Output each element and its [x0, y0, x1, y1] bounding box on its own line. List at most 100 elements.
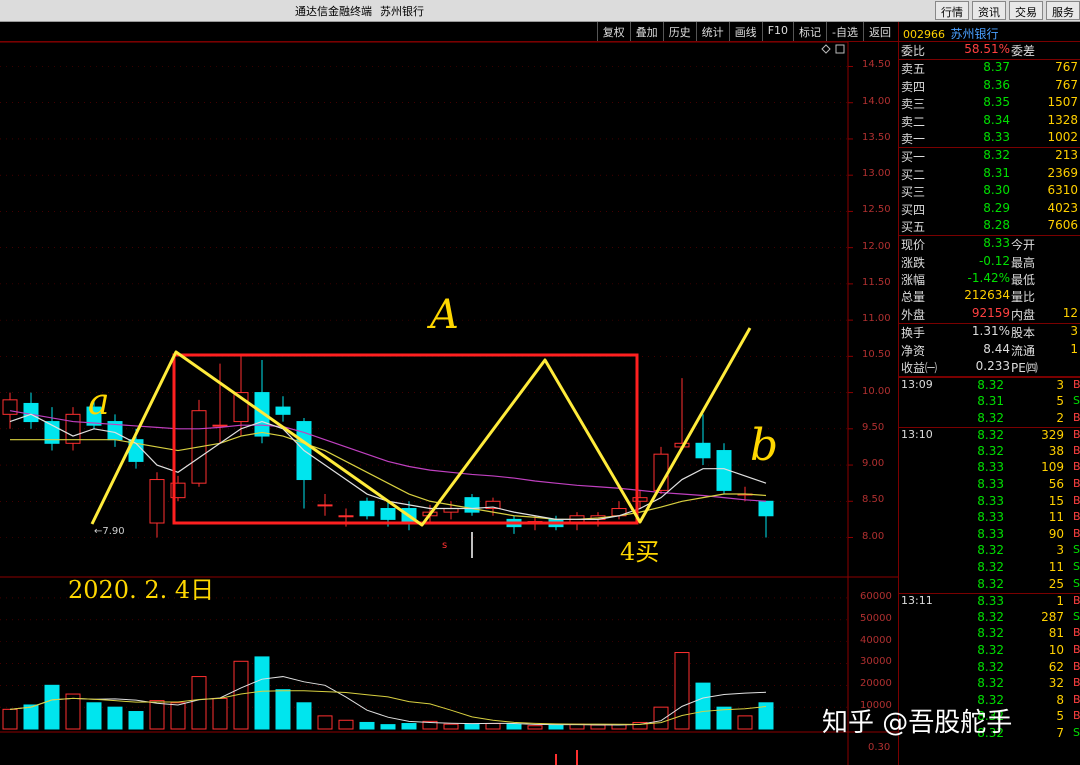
toolbar-f10[interactable]: F10: [761, 22, 793, 41]
tick-flag: S: [1073, 725, 1080, 739]
tick-flag: B: [1073, 410, 1080, 424]
buy-order-label: 买五: [901, 219, 926, 234]
sell-order-label: 卖二: [901, 114, 926, 129]
buy-order-price: 8.31: [983, 165, 1010, 180]
tick-volume: 1: [1056, 594, 1064, 609]
tick-row[interactable]: 8.32 3 S: [899, 543, 1080, 560]
volume-bar: [2, 708, 18, 730]
toolbar-history[interactable]: 历史: [662, 22, 696, 41]
tick-row[interactable]: 8.32 62 B: [899, 660, 1080, 677]
top-button-quotes[interactable]: 行情: [935, 1, 969, 20]
low-price-marker: ←7.90: [94, 526, 125, 537]
stat-label: 外盘: [901, 307, 926, 322]
toolbar-restore-rights[interactable]: 复权: [596, 22, 630, 41]
buy-order-row: 买五 8.28 7606: [899, 218, 1080, 235]
tick-row[interactable]: 8.33 56 B: [899, 477, 1080, 494]
tick-time: 13:09: [901, 378, 933, 392]
buy-order-price: 8.30: [983, 183, 1010, 198]
tick-row[interactable]: 13:10 8.32 329 B: [899, 427, 1080, 444]
price-axis-label: 8.00: [862, 530, 885, 542]
window-title: 通达信金融终端 苏州银行: [295, 5, 424, 18]
buy-order-qty: 213: [1055, 148, 1078, 163]
tick-list[interactable]: 13:09 8.32 3 B 8.31 5 S 8.32 2 B 13:10 8.32 329 B 8.32…: [899, 376, 1080, 742]
price-axis-label: 9.50: [862, 421, 885, 433]
volume-bar: [443, 723, 459, 730]
tick-price: 8.33: [977, 510, 1004, 525]
tick-volume: 3: [1056, 378, 1064, 393]
tick-volume: 7: [1056, 725, 1064, 740]
volume-bar: [86, 702, 102, 730]
kline-chart[interactable]: s 14.50 14.00 13.50 13.00 12.50 12.00 11.50 11.…: [0, 42, 898, 765]
candle-body: [338, 515, 354, 518]
sell-order-row: 卖四 8.36 767: [899, 78, 1080, 95]
quote-stats-2: 换手 1.31% 股本 3 净资 8.44 流通 1 收益㈠ 0.233 PE㈣: [899, 323, 1080, 376]
candle-body: [695, 442, 711, 459]
toolbar-statistics[interactable]: 统计: [695, 22, 729, 41]
quote-panel: 002966 苏州银行 委比 58.51% 委差 卖五 8.37 767 卖四 8.36…: [898, 22, 1080, 765]
stat-value-2: 12: [1062, 305, 1078, 320]
tick-flag: S: [1073, 543, 1080, 557]
tick-price: 8.33: [977, 476, 1004, 491]
range-box: [172, 353, 639, 525]
toolbar-draw-line[interactable]: 画线: [728, 22, 762, 41]
tick-row[interactable]: 8.33 11 B: [899, 510, 1080, 527]
tick-row[interactable]: 8.32 32 B: [899, 676, 1080, 693]
tick-volume: 3: [1056, 543, 1064, 558]
tick-price: 8.32: [977, 559, 1004, 574]
stat-value: 8.44: [983, 341, 1010, 356]
tick-row[interactable]: 8.33 90 B: [899, 527, 1080, 544]
tick-price: 8.32: [977, 443, 1004, 458]
volume-bar: [527, 725, 543, 730]
annotation-buy: 4买: [620, 538, 660, 566]
tick-row[interactable]: 8.32 2 B: [899, 411, 1080, 428]
tick-row[interactable]: 8.31 5 S: [899, 394, 1080, 411]
tick-volume: 11: [1048, 510, 1064, 525]
ma-line-magenta: [9, 410, 767, 502]
tick-row[interactable]: 13:09 8.32 3 B: [899, 377, 1080, 394]
stat-label: 换手: [901, 326, 926, 341]
candle-body: [632, 497, 648, 502]
stat-row: 收益㈠ 0.233 PE㈣: [899, 359, 1080, 376]
tick-price: 8.32: [977, 626, 1004, 641]
price-axis-label: 14.50: [862, 59, 891, 71]
toolbar-back[interactable]: 返回: [863, 22, 896, 41]
stock-name: 苏州银行: [950, 27, 999, 41]
volume-bar: [401, 723, 417, 730]
tick-price: 8.32: [977, 676, 1004, 691]
tick-flag: S: [1073, 394, 1080, 408]
stat-label: 现价: [901, 238, 926, 253]
price-axis-label: 11.50: [862, 276, 891, 288]
tick-row[interactable]: 8.32 38 B: [899, 444, 1080, 461]
volume-bar: [464, 723, 480, 730]
tick-row[interactable]: 8.32 287 S: [899, 610, 1080, 627]
top-button-trade[interactable]: 交易: [1009, 1, 1043, 20]
window-icon: [835, 44, 845, 54]
sell-order-price: 8.33: [983, 129, 1010, 144]
tick-row[interactable]: 8.32 25 S: [899, 577, 1080, 594]
tick-row[interactable]: 8.32 81 B: [899, 626, 1080, 643]
buy-orders: 买一 8.32 213 买二 8.31 2369 买三 8.30 6310 买四 8.29 4023 买…: [899, 147, 1080, 235]
toolbar-overlay[interactable]: 叠加: [629, 22, 663, 41]
toolbar-mark[interactable]: 标记: [793, 22, 826, 41]
tick-row[interactable]: 8.33 109 B: [899, 460, 1080, 477]
stat-label-2: 今开: [1011, 238, 1036, 253]
tick-flag: B: [1073, 476, 1080, 490]
stat-row: 总量 212634 量比: [899, 288, 1080, 305]
toolbar-watchlist[interactable]: -自选: [826, 22, 863, 41]
sell-order-label: 卖一: [901, 131, 926, 146]
buy-order-label: 买二: [901, 167, 926, 182]
stat-value: -0.12: [978, 253, 1010, 268]
tick-price: 8.32: [977, 543, 1004, 558]
volume-axis-label: 30000: [860, 656, 892, 668]
tick-row[interactable]: 8.32 11 S: [899, 560, 1080, 577]
top-button-news[interactable]: 资讯: [972, 1, 1006, 20]
buy-order-qty: 4023: [1047, 200, 1078, 215]
indicator-bar: [555, 754, 557, 765]
tick-row[interactable]: 13:11 8.33 1 B: [899, 593, 1080, 610]
top-button-service[interactable]: 服务: [1046, 1, 1080, 20]
sell-order-qty: 767: [1055, 60, 1078, 75]
stat-row: 现价 8.33 今开: [899, 236, 1080, 253]
tick-row[interactable]: 8.33 15 B: [899, 494, 1080, 511]
candle-body: [317, 504, 333, 507]
tick-row[interactable]: 8.32 10 B: [899, 643, 1080, 660]
